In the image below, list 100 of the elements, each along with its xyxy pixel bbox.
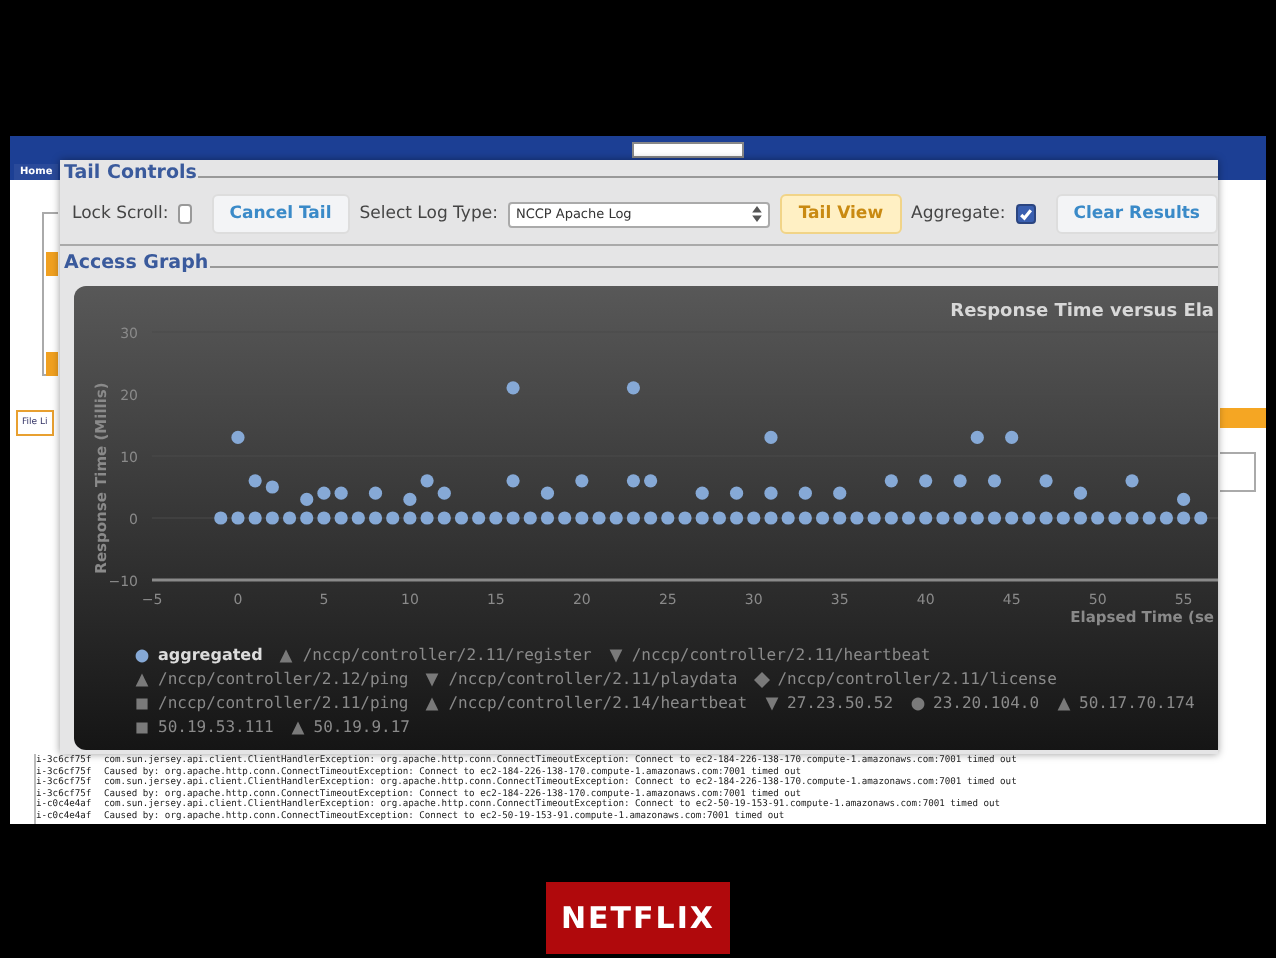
data-point bbox=[626, 511, 640, 525]
aggregate-checkbox[interactable] bbox=[1015, 204, 1036, 224]
data-point bbox=[248, 474, 262, 488]
data-point bbox=[403, 492, 417, 506]
data-point bbox=[558, 511, 572, 525]
data-point bbox=[1177, 511, 1191, 525]
legend-marker-icon bbox=[278, 647, 295, 663]
section-title: Access Graph bbox=[64, 252, 209, 274]
data-point bbox=[265, 511, 279, 525]
data-point bbox=[368, 486, 383, 500]
legend-marker-icon bbox=[134, 647, 150, 663]
data-point bbox=[231, 430, 245, 444]
data-point bbox=[300, 492, 314, 506]
data-point bbox=[403, 511, 417, 525]
data-point bbox=[1091, 511, 1105, 525]
legend-marker-icon bbox=[1055, 695, 1072, 711]
data-point bbox=[472, 511, 486, 525]
lock-scroll-checkbox[interactable] bbox=[178, 204, 192, 224]
data-point bbox=[540, 486, 555, 500]
data-point bbox=[351, 511, 365, 525]
data-point bbox=[317, 511, 331, 525]
data-point bbox=[1194, 511, 1208, 525]
data-point bbox=[626, 381, 640, 395]
data-point bbox=[248, 511, 262, 525]
data-point bbox=[317, 486, 331, 500]
data-point bbox=[764, 430, 778, 444]
data-point bbox=[265, 480, 279, 494]
input-field[interactable] bbox=[1220, 452, 1256, 492]
data-point bbox=[1039, 511, 1053, 525]
data-point bbox=[695, 486, 709, 500]
data-point bbox=[730, 511, 744, 525]
data-point bbox=[730, 486, 744, 500]
data-point bbox=[833, 486, 847, 500]
legend-label: 50.19.9.17 bbox=[313, 718, 410, 736]
data-point bbox=[386, 511, 400, 525]
legend-marker-icon bbox=[134, 671, 150, 687]
data-point bbox=[334, 511, 348, 525]
data-point bbox=[420, 474, 434, 488]
data-point bbox=[1177, 492, 1191, 506]
data-point bbox=[644, 474, 658, 488]
data-point bbox=[231, 511, 245, 525]
legend-marker-icon bbox=[289, 719, 306, 735]
log-type-label: Select Log Type: bbox=[359, 204, 498, 224]
data-point bbox=[764, 486, 778, 500]
data-point bbox=[884, 511, 898, 525]
legend-marker-icon bbox=[909, 695, 926, 711]
data-point bbox=[850, 511, 864, 525]
data-point bbox=[901, 511, 916, 525]
data-point bbox=[1005, 430, 1019, 444]
data-point bbox=[919, 474, 933, 488]
data-point bbox=[798, 511, 812, 525]
data-point bbox=[214, 511, 228, 525]
data-point bbox=[420, 511, 434, 525]
data-point bbox=[781, 511, 795, 525]
data-point bbox=[1159, 511, 1173, 525]
aggregate-label: Aggregate: bbox=[911, 204, 1006, 224]
data-point bbox=[970, 511, 984, 525]
data-point bbox=[592, 511, 606, 525]
legend-marker-icon bbox=[424, 671, 441, 687]
legend-marker-icon bbox=[607, 647, 624, 663]
legend-label: 23.20.104.0 bbox=[933, 694, 1040, 712]
data-point bbox=[833, 511, 847, 525]
data-point bbox=[334, 486, 348, 500]
legend-label: 50.19.53.111 bbox=[158, 718, 274, 736]
data-point bbox=[970, 430, 984, 444]
data-point bbox=[368, 511, 383, 525]
data-point bbox=[747, 511, 761, 525]
data-point bbox=[987, 474, 1002, 488]
data-point bbox=[953, 511, 967, 525]
data-point bbox=[919, 511, 933, 525]
legend-label: /nccp/controller/2.11/ping bbox=[158, 694, 409, 712]
data-point bbox=[523, 511, 537, 525]
data-point bbox=[454, 511, 469, 525]
data-point bbox=[1039, 474, 1053, 488]
data-point bbox=[540, 511, 555, 525]
legend-marker-icon bbox=[424, 695, 441, 711]
lock-scroll-label: Lock Scroll: bbox=[72, 204, 169, 224]
data-point bbox=[437, 486, 451, 500]
data-point bbox=[575, 474, 589, 488]
data-point bbox=[300, 511, 314, 525]
data-point bbox=[506, 474, 520, 488]
data-point bbox=[626, 474, 640, 488]
data-point bbox=[764, 511, 778, 525]
data-point bbox=[1022, 511, 1036, 525]
data-point bbox=[506, 381, 520, 395]
data-point bbox=[815, 511, 830, 525]
data-point bbox=[661, 511, 675, 525]
section-header-bar bbox=[1220, 408, 1266, 428]
data-point bbox=[609, 511, 623, 525]
data-point bbox=[1125, 474, 1139, 488]
legend-label: 27.23.50.52 bbox=[787, 694, 894, 712]
data-point bbox=[1125, 511, 1139, 525]
data-point bbox=[712, 511, 726, 525]
data-point bbox=[1142, 511, 1156, 525]
data-point bbox=[798, 486, 812, 500]
data-point bbox=[1073, 511, 1088, 525]
region-dropdown[interactable] bbox=[632, 142, 744, 158]
data-point bbox=[1056, 511, 1070, 525]
legend-label: /nccp/controller/2.11/register bbox=[302, 646, 592, 664]
data-point bbox=[644, 511, 658, 525]
